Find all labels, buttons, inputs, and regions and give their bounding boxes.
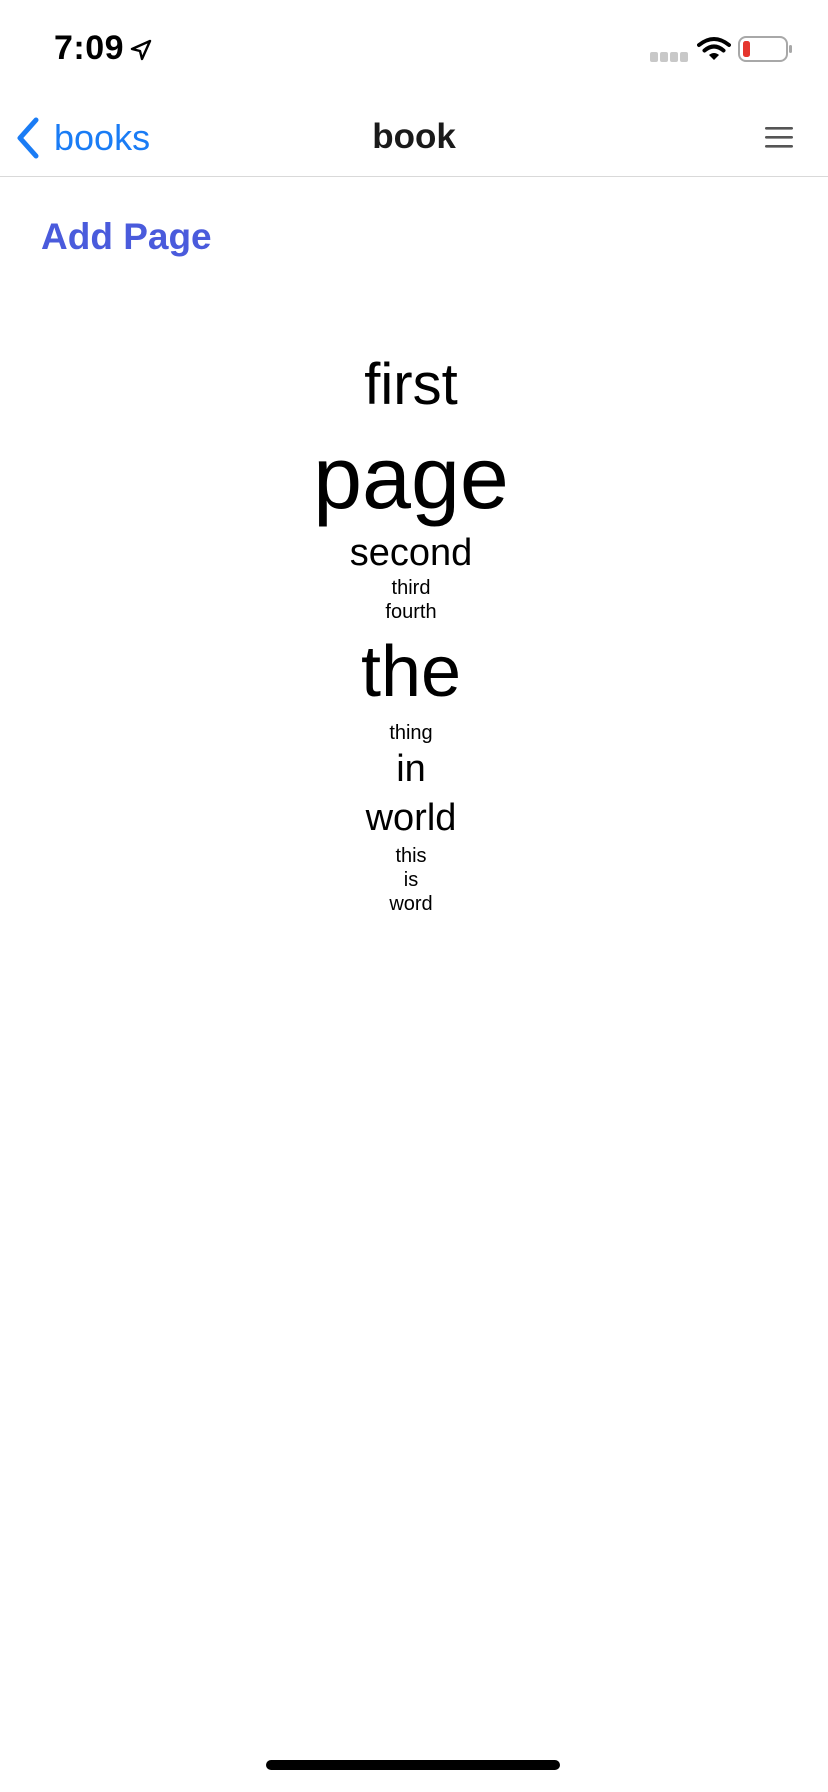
status-bar: 7:09 [0,0,828,100]
wifi-icon [697,37,731,60]
status-time: 7:09 [54,29,125,67]
word-item-thing: thing [389,722,433,744]
word-item-third: third [391,577,431,599]
word-item-word: word [389,893,433,915]
word-item-world: world [365,797,457,839]
location-arrow-icon [130,39,152,61]
word-list: first page second third fourth the thing… [0,344,822,916]
navigation-bar: books book [0,100,828,177]
word-item-page: page [313,428,509,527]
cellular-signal-icon [650,52,688,62]
back-button[interactable]: books [14,108,150,168]
word-item-this: this [395,845,427,867]
battery-low-icon [738,36,792,62]
word-item-is: is [403,869,419,891]
screen: 7:09 books book Add Page first page seco… [0,0,828,1792]
chevron-left-icon [17,117,39,159]
word-item-first: first [364,352,458,417]
word-item-in: in [396,748,426,790]
hamburger-menu-icon[interactable] [760,118,800,158]
word-item-the: the [360,632,462,712]
back-button-label: books [54,117,151,158]
word-item-fourth: fourth [385,601,437,623]
add-page-button[interactable]: Add Page [41,212,212,262]
home-indicator[interactable] [266,1760,560,1770]
word-item-second: second [349,532,473,574]
